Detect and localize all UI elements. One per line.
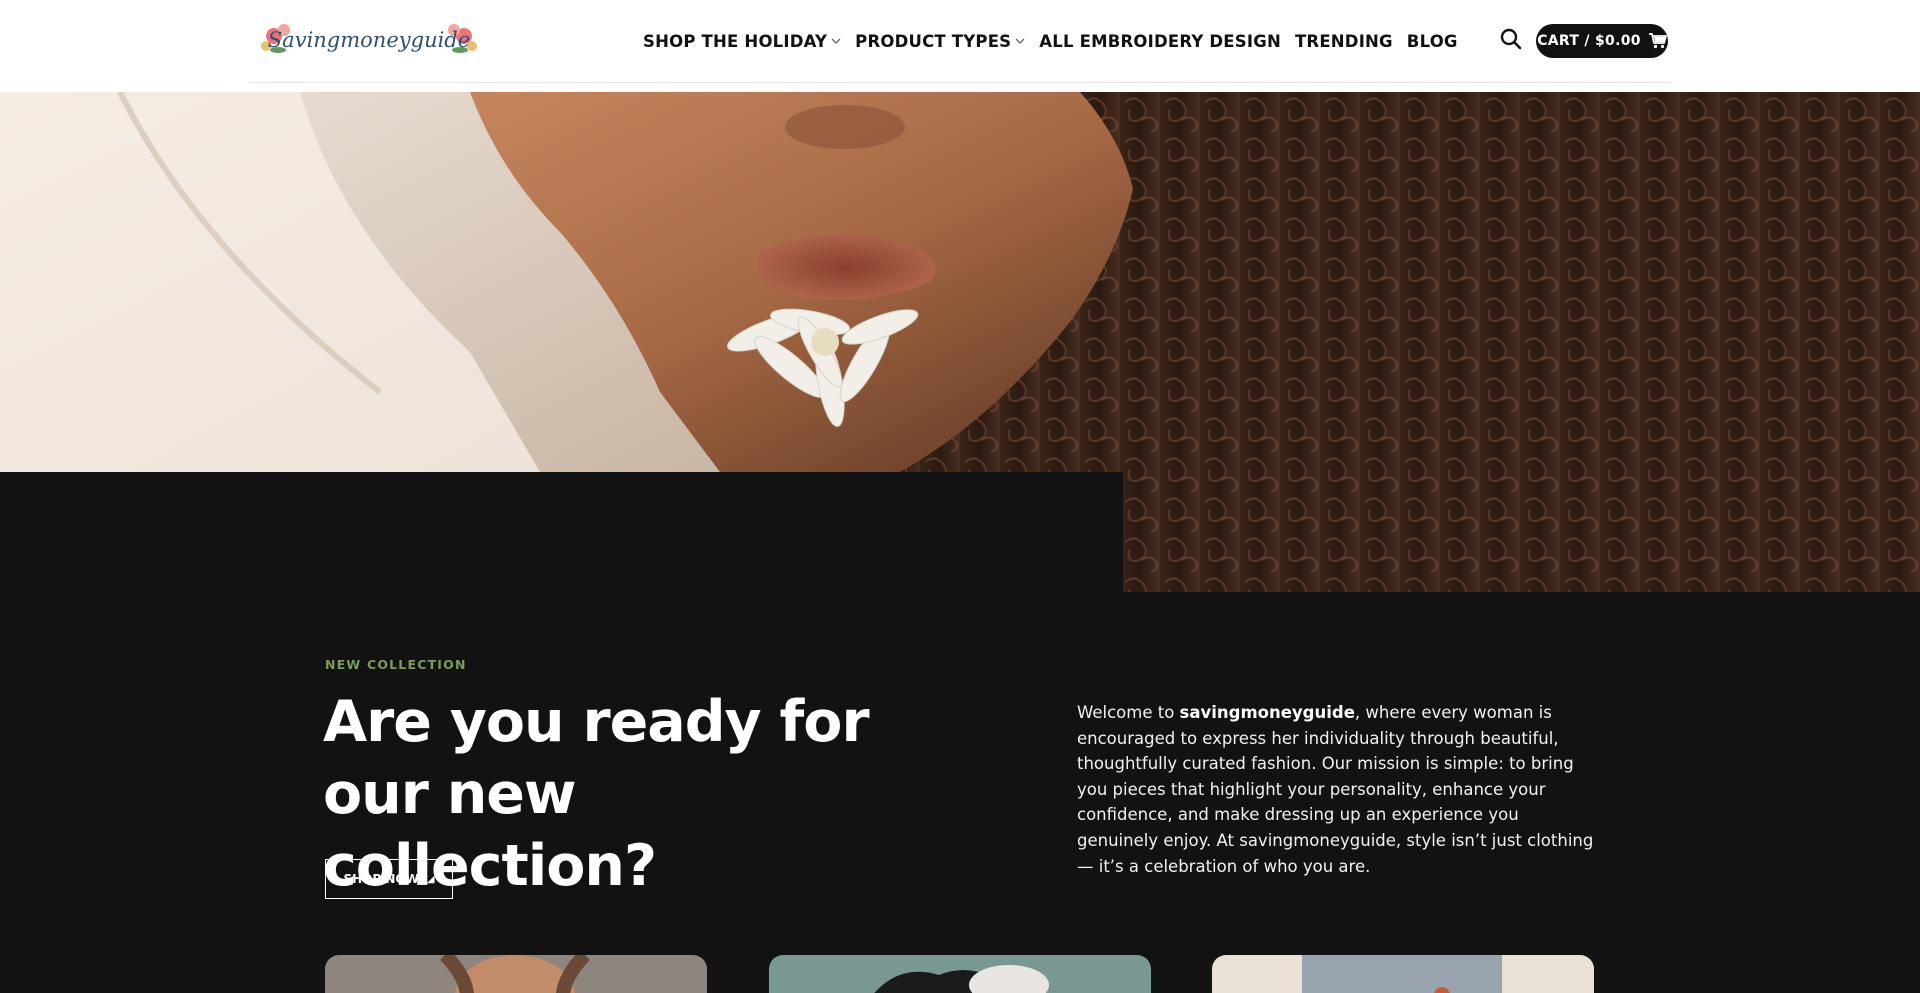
shop-now-label: SHOP NOW xyxy=(343,872,419,886)
welcome-prefix: Welcome to xyxy=(1077,703,1180,722)
welcome-brand: savingmoneyguide xyxy=(1179,703,1355,722)
nav-all-embroidery-design[interactable]: ALL EMBROIDERY DESIGN xyxy=(1039,32,1281,51)
chevron-down-icon xyxy=(1015,38,1025,44)
product-card[interactable] xyxy=(769,955,1151,993)
site-logo[interactable]: Savingmoneyguide xyxy=(256,16,481,64)
cart-icon xyxy=(1648,33,1667,49)
nav-label: BLOG xyxy=(1406,31,1458,51)
product-card[interactable] xyxy=(1212,955,1594,993)
product-card[interactable] xyxy=(325,955,707,993)
nav-shop-the-holiday[interactable]: SHOP THE HOLIDAY xyxy=(643,32,841,51)
nav-label: TRENDING xyxy=(1294,31,1393,51)
nav-blog[interactable]: BLOG xyxy=(1407,32,1458,51)
arrow-icon: ◢ xyxy=(426,873,435,885)
shop-now-button[interactable]: SHOP NOW ◢ xyxy=(325,859,453,899)
section-eyebrow: NEW COLLECTION xyxy=(325,657,467,672)
main-nav: SHOP THE HOLIDAY PRODUCT TYPES ALL EMBRO… xyxy=(643,0,1472,82)
header-inner: Savingmoneyguide SHOP THE HOLIDAY PRODUC… xyxy=(250,0,1670,83)
welcome-paragraph: Welcome to savingmoneyguide, where every… xyxy=(1077,700,1597,879)
logo-text: Savingmoneyguide xyxy=(268,28,470,52)
nav-trending[interactable]: TRENDING xyxy=(1295,32,1393,51)
nav-label: SHOP THE HOLIDAY xyxy=(643,31,828,51)
cart-button[interactable]: CART / $0.00 xyxy=(1536,24,1668,58)
nav-label: PRODUCT TYPES xyxy=(855,31,1012,51)
chevron-down-icon xyxy=(831,38,841,44)
cart-label: CART / $0.00 xyxy=(1537,33,1641,49)
welcome-rest: , where every woman is encouraged to exp… xyxy=(1077,703,1594,876)
site-header: Savingmoneyguide SHOP THE HOLIDAY PRODUC… xyxy=(0,0,1920,92)
content-background xyxy=(0,472,1123,593)
nav-product-types[interactable]: PRODUCT TYPES xyxy=(855,32,1025,51)
search-icon[interactable] xyxy=(1500,28,1522,50)
nav-label: ALL EMBROIDERY DESIGN xyxy=(1039,31,1281,51)
